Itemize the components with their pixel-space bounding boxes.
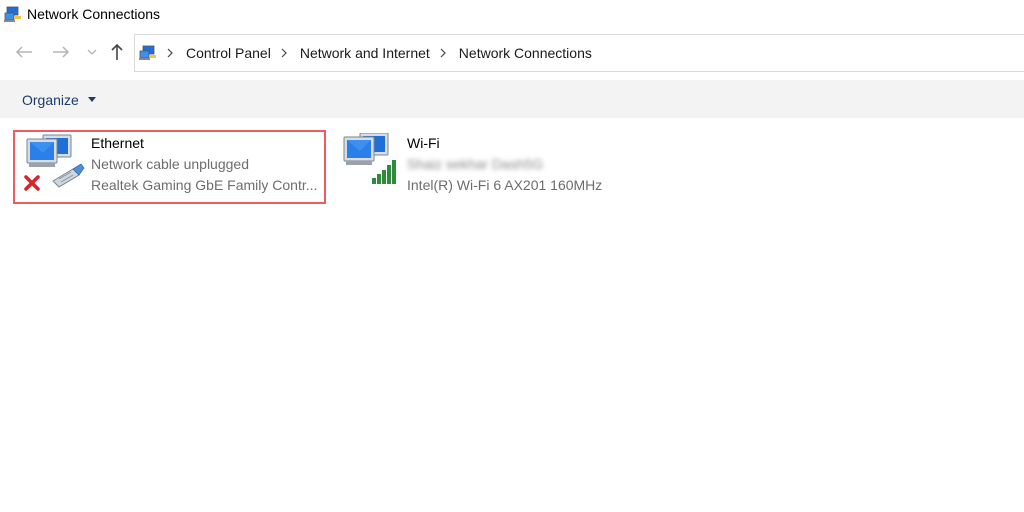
up-arrow-icon — [111, 43, 123, 60]
signal-bars-icon — [372, 160, 396, 184]
connection-text: Ethernet Network cable unplugged Realtek… — [91, 133, 317, 196]
window-title: Network Connections — [27, 6, 161, 22]
back-button[interactable] — [14, 42, 34, 62]
forward-button[interactable] — [51, 42, 71, 62]
connection-network-name: Shaiz sekhar Dash5G — [407, 156, 544, 172]
up-button[interactable] — [107, 42, 127, 62]
back-arrow-icon — [15, 46, 32, 58]
breadcrumb-network-connections[interactable]: Network Connections — [459, 45, 592, 61]
chevron-down-icon — [87, 49, 97, 55]
recent-locations-button[interactable] — [82, 42, 102, 62]
connection-text: Wi-Fi Shaiz sekhar Dash5G Intel(R) Wi-Fi… — [407, 133, 602, 196]
network-connections-icon — [4, 6, 21, 22]
connection-status: Network cable unplugged — [91, 156, 249, 172]
address-bar[interactable]: Control Panel Network and Internet Netwo… — [134, 34, 1024, 72]
connection-device: Intel(R) Wi-Fi 6 AX201 160MHz — [407, 177, 603, 193]
disconnected-x-icon — [24, 175, 40, 191]
connection-item-wifi[interactable]: Wi-Fi Shaiz sekhar Dash5G Intel(R) Wi-Fi… — [338, 130, 638, 204]
organize-menu-button[interactable]: Organize — [22, 92, 79, 108]
connection-device: Realtek Gaming GbE Family Contr... — [91, 177, 318, 193]
navigation-bar: Control Panel Network and Internet Netwo… — [0, 33, 1024, 73]
control-panel-icon — [139, 45, 156, 60]
chevron-right-icon[interactable] — [281, 46, 291, 60]
chevron-right-icon — [167, 46, 177, 60]
chevron-right-icon[interactable] — [440, 46, 450, 60]
title-bar: Network Connections — [0, 0, 1024, 30]
dropdown-arrow-icon[interactable] — [88, 97, 96, 102]
connection-name: Wi-Fi — [407, 135, 440, 151]
connection-name: Ethernet — [91, 135, 144, 151]
command-bar: Organize — [0, 80, 1024, 118]
forward-arrow-icon — [53, 46, 70, 58]
breadcrumb-control-panel[interactable]: Control Panel — [186, 45, 271, 61]
connection-item-ethernet[interactable]: Ethernet Network cable unplugged Realtek… — [13, 130, 326, 204]
breadcrumb-network-and-internet[interactable]: Network and Internet — [300, 45, 430, 61]
